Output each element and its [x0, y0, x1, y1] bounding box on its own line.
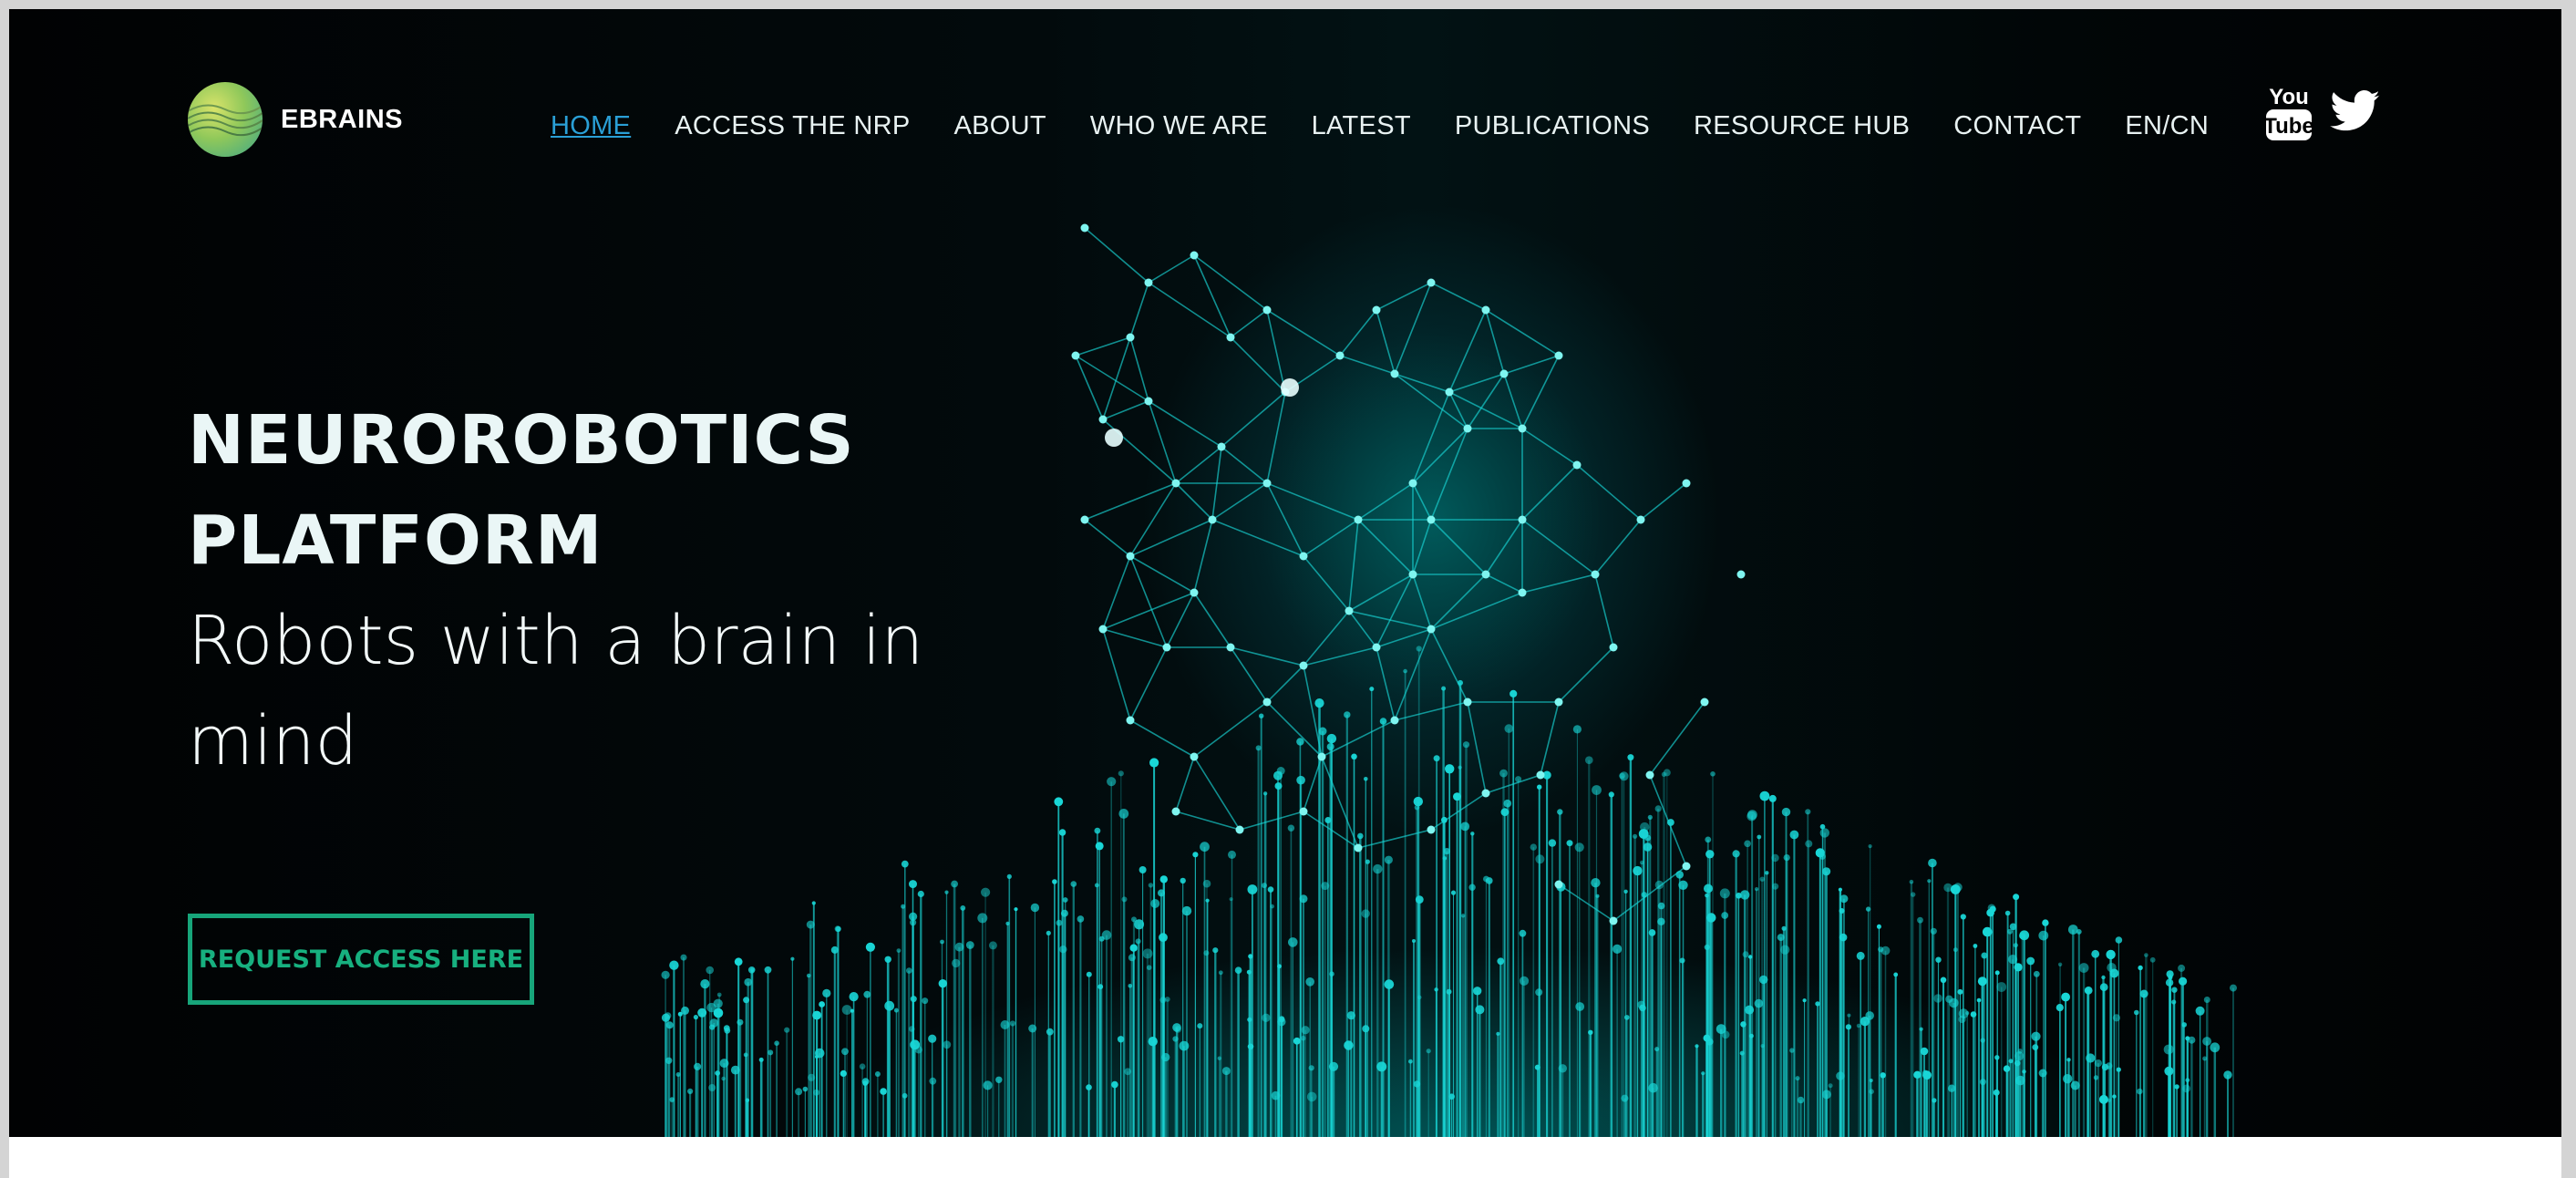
- nav-language-switch[interactable]: EN/CN: [2125, 111, 2209, 141]
- main-navigation: HOME ACCESS THE NRP ABOUT WHO WE ARE LAT…: [551, 111, 2252, 141]
- brand-logo[interactable]: EBRAINS: [188, 82, 403, 157]
- twitter-icon[interactable]: [2330, 90, 2381, 132]
- svg-text:You: You: [2269, 85, 2309, 109]
- nav-about[interactable]: ABOUT: [953, 111, 1046, 141]
- nav-latest[interactable]: LATEST: [1312, 111, 1411, 141]
- hero-subtitle: Robots with a brain in mind: [188, 602, 924, 780]
- youtube-icon[interactable]: You Tube: [2264, 80, 2313, 142]
- page-frame: EBRAINS HOME ACCESS THE NRP ABOUT WHO WE…: [9, 9, 2561, 1178]
- nav-contact[interactable]: CONTACT: [1953, 111, 2081, 141]
- hero-title: NEUROROBOTICS PLATFORM: [188, 390, 855, 591]
- hero-section: EBRAINS HOME ACCESS THE NRP ABOUT WHO WE…: [9, 9, 2561, 1137]
- nav-publications[interactable]: PUBLICATIONS: [1455, 111, 1650, 141]
- hero-title-line-2: PLATFORM: [188, 501, 603, 580]
- nav-access-the-nrp[interactable]: ACCESS THE NRP: [675, 111, 910, 141]
- svg-text:Tube: Tube: [2264, 114, 2313, 139]
- hero-title-line-1: NEUROROBOTICS: [188, 401, 855, 480]
- brand-name: EBRAINS: [281, 104, 404, 134]
- nav-home[interactable]: HOME: [551, 111, 631, 141]
- request-access-button[interactable]: REQUEST ACCESS HERE: [188, 914, 534, 1005]
- ebrains-logo-icon: [188, 82, 263, 157]
- nav-who-we-are[interactable]: WHO WE ARE: [1090, 111, 1268, 141]
- nav-resource-hub[interactable]: RESOURCE HUB: [1694, 111, 1910, 141]
- social-links: You Tube: [2264, 80, 2381, 142]
